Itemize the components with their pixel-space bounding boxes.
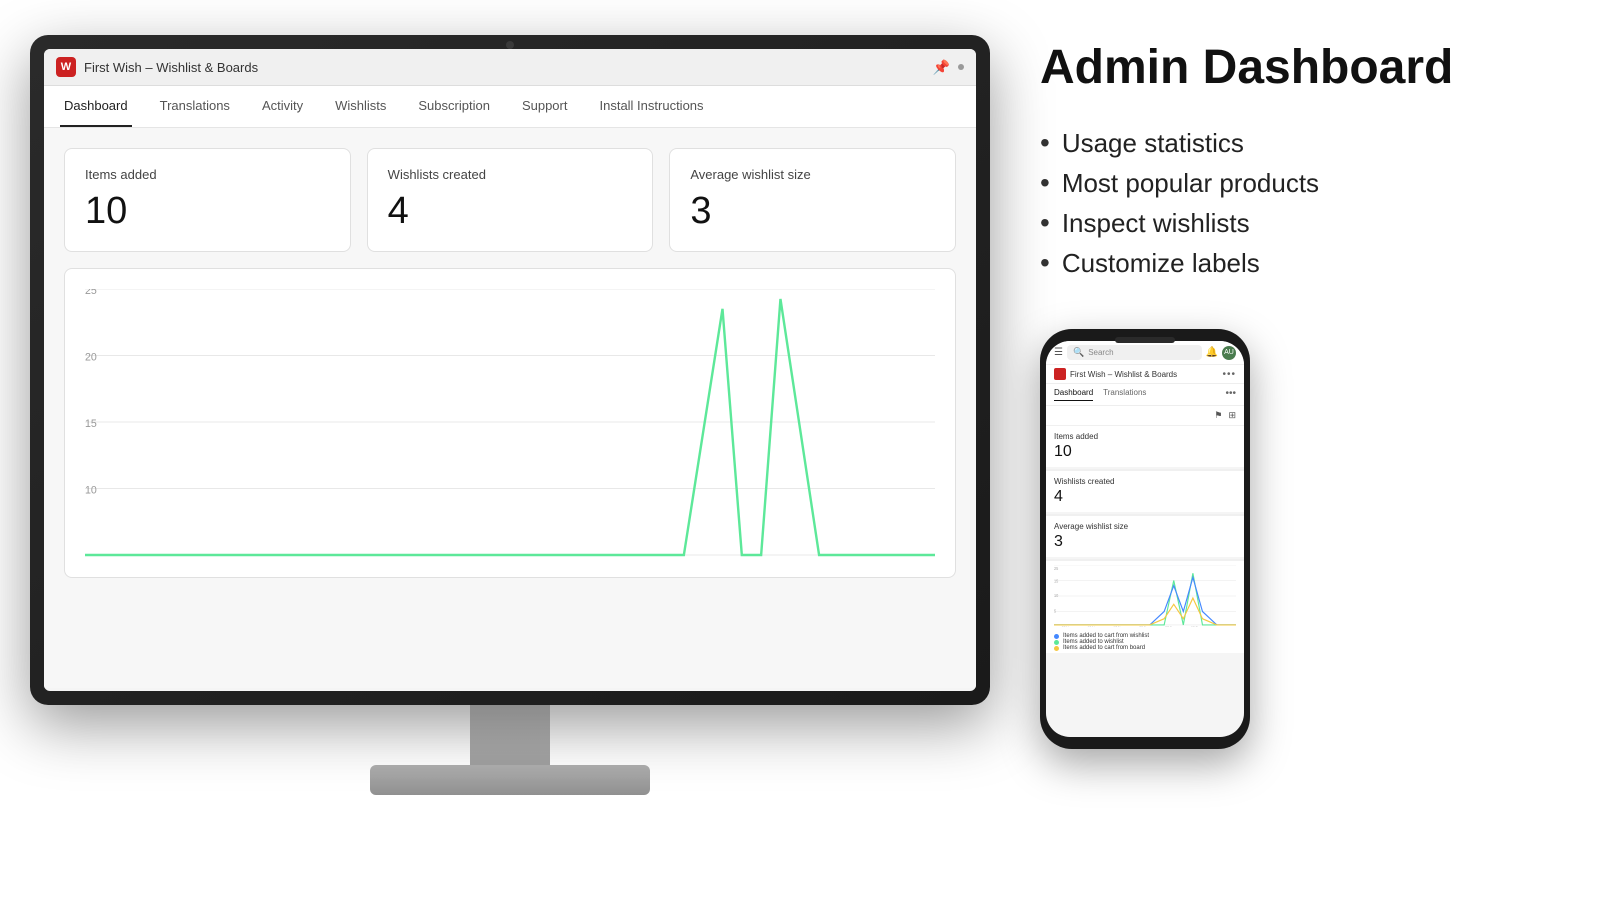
stats-row: Items added 10 Wishlists created 4 Avera…: [64, 148, 956, 252]
phone-grid-icon[interactable]: ⊞: [1228, 410, 1236, 421]
tab-translations[interactable]: Translations: [156, 86, 234, 127]
phone-body: ☰ 🔍 Search 🔔 AU First Wish – Wishlist & …: [1040, 329, 1250, 749]
monitor-body: W First Wish – Wishlist & Boards 📌 Dashb…: [30, 35, 990, 705]
avg-value: 3: [690, 190, 935, 233]
monitor-wrapper: W First Wish – Wishlist & Boards 📌 Dashb…: [25, 35, 995, 865]
chart-svg: 25 20 15 10: [85, 289, 935, 557]
dashboard-content: Items added 10 Wishlists created 4 Avera…: [44, 128, 976, 688]
phone-items-added-value: 10: [1054, 443, 1236, 461]
svg-text:12 Nov: 12 Nov: [1088, 626, 1099, 627]
avg-label: Average wishlist size: [690, 167, 935, 182]
wishlists-label: Wishlists created: [388, 167, 633, 182]
chart-area: 25 20 15 10: [64, 268, 956, 578]
svg-text:10: 10: [85, 484, 97, 496]
phone-bell-icon: 🔔: [1206, 347, 1218, 358]
svg-text:20: 20: [85, 351, 97, 363]
app-icon: W: [56, 57, 76, 77]
wishlists-value: 4: [388, 190, 633, 233]
phone-notch: [1115, 337, 1175, 343]
svg-text:17 Nov: 17 Nov: [1113, 626, 1124, 627]
phone-icons-row: ⚑ ⊞: [1046, 406, 1244, 426]
right-section: Admin Dashboard Usage statistics Most po…: [1020, 0, 1600, 900]
phone-chart-svg: 25 15 10 5 07 Nov 12 Nov 17 Nov: [1054, 565, 1236, 627]
items-added-label: Items added: [85, 167, 330, 182]
monitor-camera: [506, 41, 514, 49]
stat-card-avg: Average wishlist size 3: [669, 148, 956, 252]
feature-products: Most popular products: [1040, 163, 1560, 203]
monitor-base: [370, 765, 650, 795]
phone-sub-bar: First Wish – Wishlist & Boards •••: [1046, 365, 1244, 384]
close-dots: [958, 64, 964, 70]
phone-search-text: Search: [1088, 348, 1113, 357]
tab-install[interactable]: Install Instructions: [595, 86, 707, 127]
phone-avg-label: Average wishlist size: [1054, 522, 1236, 531]
legend-item-yellow: Items added to cart from board: [1054, 645, 1236, 651]
svg-text:25: 25: [1054, 566, 1059, 571]
legend-dot-blue: [1054, 634, 1059, 639]
phone-avatar: AU: [1222, 346, 1236, 360]
svg-text:07 Nov: 07 Nov: [1062, 626, 1073, 627]
svg-text:10: 10: [1054, 593, 1059, 598]
svg-text:15: 15: [1054, 579, 1059, 584]
phone-wishlists-value: 4: [1054, 488, 1236, 506]
feature-wishlists: Inspect wishlists: [1040, 203, 1560, 243]
items-added-value: 10: [85, 190, 330, 233]
phone-avg-value: 3: [1054, 533, 1236, 551]
phone-tab-translations[interactable]: Translations: [1103, 388, 1146, 401]
phone-chart-area: 25 15 10 5 07 Nov 12 Nov 17 Nov: [1046, 561, 1244, 631]
phone-more-dots[interactable]: •••: [1222, 369, 1236, 380]
phone-top-bar: ☰ 🔍 Search 🔔 AU: [1046, 341, 1244, 365]
phone-tab-dashboard[interactable]: Dashboard: [1054, 388, 1093, 401]
stat-card-items-added: Items added 10: [64, 148, 351, 252]
tab-dashboard[interactable]: Dashboard: [60, 86, 132, 127]
monitor-neck: [470, 705, 550, 765]
phone-wishlists-label: Wishlists created: [1054, 477, 1236, 486]
phone-app-title: First Wish – Wishlist & Boards: [1070, 370, 1218, 379]
browser-chrome: W First Wish – Wishlist & Boards 📌: [44, 49, 976, 86]
tab-support[interactable]: Support: [518, 86, 572, 127]
feature-list: Usage statistics Most popular products I…: [1040, 123, 1560, 283]
phone-screen: ☰ 🔍 Search 🔔 AU First Wish – Wishlist & …: [1046, 341, 1244, 737]
feature-usage: Usage statistics: [1040, 123, 1560, 163]
phone-wrapper: ☰ 🔍 Search 🔔 AU First Wish – Wishlist & …: [1040, 329, 1560, 749]
phone-stat-wishlists: Wishlists created 4: [1046, 471, 1244, 512]
svg-text:27 Nov: 27 Nov: [1165, 626, 1176, 627]
phone-nav-more[interactable]: •••: [1225, 388, 1236, 401]
legend-dot-yellow: [1054, 646, 1059, 651]
phone-stat-avg: Average wishlist size 3: [1046, 516, 1244, 557]
legend-dot-green: [1054, 640, 1059, 645]
svg-text:22 Nov: 22 Nov: [1139, 626, 1150, 627]
phone-items-added-label: Items added: [1054, 432, 1236, 441]
browser-title: First Wish – Wishlist & Boards: [84, 60, 925, 75]
dot1: [958, 64, 964, 70]
tab-subscription[interactable]: Subscription: [414, 86, 494, 127]
phone-legend: Items added to cart from wishlist Items …: [1046, 631, 1244, 653]
feature-labels: Customize labels: [1040, 243, 1560, 283]
svg-text:5: 5: [1054, 609, 1057, 614]
svg-text:02 Dec: 02 Dec: [1191, 626, 1202, 627]
pin-icon: 📌: [933, 59, 950, 76]
stat-card-wishlists: Wishlists created 4: [367, 148, 654, 252]
phone-nav: Dashboard Translations •••: [1046, 384, 1244, 406]
svg-text:25: 25: [85, 289, 97, 297]
admin-title: Admin Dashboard: [1040, 40, 1560, 95]
phone-filter-icon[interactable]: ⚑: [1214, 410, 1222, 421]
phone-search-bar[interactable]: 🔍 Search: [1067, 345, 1202, 360]
tab-wishlists[interactable]: Wishlists: [331, 86, 390, 127]
tab-activity[interactable]: Activity: [258, 86, 307, 127]
nav-tabs: Dashboard Translations Activity Wishlist…: [44, 86, 976, 128]
monitor-screen: W First Wish – Wishlist & Boards 📌 Dashb…: [44, 49, 976, 691]
phone-stat-items-added: Items added 10: [1046, 426, 1244, 467]
phone-search-icon: 🔍: [1073, 347, 1084, 358]
phone-app-icon: [1054, 368, 1066, 380]
svg-text:15: 15: [85, 418, 97, 430]
monitor-section: W First Wish – Wishlist & Boards 📌 Dashb…: [0, 0, 1020, 900]
